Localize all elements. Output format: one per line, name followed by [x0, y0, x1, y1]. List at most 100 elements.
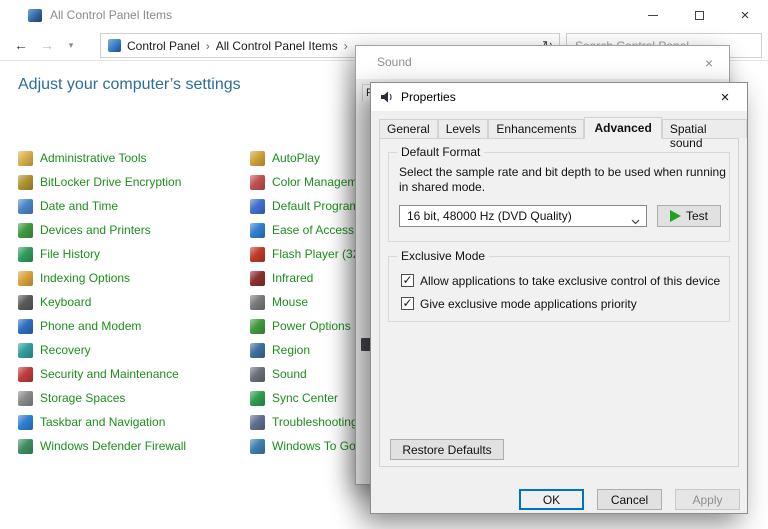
- sound-dialog-title-bar: Sound: [356, 46, 729, 79]
- taskbar-and-navigation-icon: [18, 415, 33, 430]
- administrative-tools-icon: [18, 151, 33, 166]
- checkbox-label: Allow applications to take exclusive con…: [420, 274, 720, 288]
- exclusive-mode-options: ✓ Allow applications to take exclusive co…: [401, 269, 721, 315]
- control-panel-item-label: Phone and Modem: [40, 319, 141, 333]
- control-panel-item-indexing-options[interactable]: Indexing Options: [18, 266, 248, 290]
- sample-rate-dropdown[interactable]: 16 bit, 48000 Hz (DVD Quality): [399, 205, 647, 227]
- speaker-icon: [380, 90, 394, 109]
- control-panel-item-administrative-tools[interactable]: Administrative Tools: [18, 146, 248, 170]
- control-panel-item-file-history[interactable]: File History: [18, 242, 248, 266]
- checkbox-icon: ✓: [401, 274, 414, 287]
- control-panel-item-label: Sound: [272, 367, 307, 381]
- default-format-description: Select the sample rate and bit depth to …: [399, 165, 733, 195]
- control-panel-item-bitlocker-drive-encryption[interactable]: BitLocker Drive Encryption: [18, 170, 248, 194]
- control-panel-items-column-1: Administrative Tools BitLocker Drive Encr…: [18, 146, 248, 458]
- cancel-button[interactable]: Cancel: [597, 489, 662, 510]
- mouse-icon: [250, 295, 265, 310]
- control-panel-item-label: Security and Maintenance: [40, 367, 179, 381]
- control-panel-item-keyboard[interactable]: Keyboard: [18, 290, 248, 314]
- checkbox-label: Give exclusive mode applications priorit…: [420, 297, 637, 311]
- breadcrumb-root[interactable]: Control Panel: [127, 39, 200, 53]
- exclusive-mode-group-label: Exclusive Mode: [397, 249, 489, 263]
- storage-spaces-icon: [18, 391, 33, 406]
- bitlocker-drive-encryption-icon: [18, 175, 33, 190]
- properties-title: Properties: [401, 83, 456, 111]
- breadcrumb-separator-icon: ›: [206, 39, 210, 53]
- control-panel-item-devices-and-printers[interactable]: Devices and Printers: [18, 218, 248, 242]
- test-button[interactable]: Test: [657, 205, 721, 227]
- control-panel-item-label: Administrative Tools: [40, 151, 147, 165]
- control-panel-item-storage-spaces[interactable]: Storage Spaces: [18, 386, 248, 410]
- control-panel-item-security-and-maintenance[interactable]: Security and Maintenance: [18, 362, 248, 386]
- ease-of-access-center-icon: [250, 223, 265, 238]
- maximize-button[interactable]: [676, 0, 722, 30]
- breadcrumb-current[interactable]: All Control Panel Items: [216, 39, 338, 53]
- control-panel-item-label: AutoPlay: [272, 151, 320, 165]
- control-panel-item-recovery[interactable]: Recovery: [18, 338, 248, 362]
- tab-enhancements[interactable]: Enhancements: [488, 119, 584, 138]
- default-programs-icon: [250, 199, 265, 214]
- file-history-icon: [18, 247, 33, 262]
- tab-spatial-sound[interactable]: Spatial sound: [662, 119, 747, 138]
- tab-levels[interactable]: Levels: [438, 119, 489, 138]
- apply-button[interactable]: Apply: [675, 489, 740, 510]
- close-window-button[interactable]: ×: [722, 0, 768, 30]
- dialog-buttons: OK Cancel Apply: [519, 489, 740, 510]
- control-panel-item-date-and-time[interactable]: Date and Time: [18, 194, 248, 218]
- tab-general[interactable]: General: [379, 119, 438, 138]
- history-dropdown-icon[interactable]: ▾: [60, 35, 82, 55]
- control-panel-item-label: Taskbar and Navigation: [40, 415, 165, 429]
- sound-close-button[interactable]: ×: [689, 46, 729, 79]
- control-panel-item-windows-defender-firewall[interactable]: Windows Defender Firewall: [18, 434, 248, 458]
- control-panel-item-label: Sync Center: [272, 391, 338, 405]
- close-icon: ×: [741, 8, 750, 23]
- control-panel-item-phone-and-modem[interactable]: Phone and Modem: [18, 314, 248, 338]
- control-panel-item-label: Devices and Printers: [40, 223, 151, 237]
- ok-button[interactable]: OK: [519, 489, 584, 510]
- exclusive-mode-group: Exclusive Mode ✓Allow applications to ta…: [388, 256, 730, 322]
- devices-and-printers-icon: [18, 223, 33, 238]
- control-panel-item-label: Default Programs: [272, 199, 365, 213]
- default-format-group: Default Format Select the sample rate an…: [388, 152, 730, 242]
- control-panel-icon: [108, 39, 121, 52]
- control-panel-app-icon: [28, 9, 42, 22]
- control-panel-item-taskbar-and-navigation[interactable]: Taskbar and Navigation: [18, 410, 248, 434]
- sync-center-icon: [250, 391, 265, 406]
- forward-button[interactable]: →: [36, 35, 58, 55]
- properties-close-button[interactable]: ×: [703, 83, 747, 111]
- flash-player-32-bit-icon: [250, 247, 265, 262]
- checkbox-allow-applications-to-take-exclusive-control-of-this-device[interactable]: ✓ Allow applications to take exclusive co…: [401, 269, 721, 292]
- control-panel-item-label: Storage Spaces: [40, 391, 125, 405]
- breadcrumb-separator-icon: ›: [344, 39, 348, 53]
- control-panel-item-label: Indexing Options: [40, 271, 130, 285]
- control-panel-item-label: BitLocker Drive Encryption: [40, 175, 181, 189]
- control-panel-item-label: Mouse: [272, 295, 308, 309]
- sound-icon: [250, 367, 265, 382]
- checkbox-icon: ✓: [401, 297, 414, 310]
- control-panel-item-label: Power Options: [272, 319, 351, 333]
- date-and-time-icon: [18, 199, 33, 214]
- control-panel-item-label: Recovery: [40, 343, 91, 357]
- title-bar: All Control Panel Items ×: [0, 0, 768, 30]
- phone-and-modem-icon: [18, 319, 33, 334]
- default-format-group-label: Default Format: [397, 145, 484, 159]
- play-icon: [670, 210, 681, 222]
- back-button[interactable]: ←: [10, 35, 32, 55]
- restore-defaults-button[interactable]: Restore Defaults: [390, 439, 504, 460]
- minimize-button[interactable]: [630, 0, 676, 30]
- properties-tab-strip: GeneralLevelsEnhancementsAdvancedSpatial…: [379, 116, 747, 138]
- control-panel-item-label: Region: [272, 343, 310, 357]
- control-panel-item-label: Windows To Go: [272, 439, 356, 453]
- control-panel-window: All Control Panel Items × ← → ▾ Control …: [0, 0, 768, 529]
- test-button-label: Test: [686, 209, 708, 223]
- speaker-properties-dialog: Properties × GeneralLevelsEnhancementsAd…: [370, 82, 748, 514]
- color-management-icon: [250, 175, 265, 190]
- control-panel-item-label: Keyboard: [40, 295, 91, 309]
- region-icon: [250, 343, 265, 358]
- tab-advanced[interactable]: Advanced: [584, 117, 661, 139]
- security-and-maintenance-icon: [18, 367, 33, 382]
- windows-to-go-icon: [250, 439, 265, 454]
- checkbox-give-exclusive-mode-applications-priority[interactable]: ✓ Give exclusive mode applications priori…: [401, 292, 721, 315]
- advanced-tab-page: Default Format Select the sample rate an…: [379, 138, 739, 467]
- troubleshooting-icon: [250, 415, 265, 430]
